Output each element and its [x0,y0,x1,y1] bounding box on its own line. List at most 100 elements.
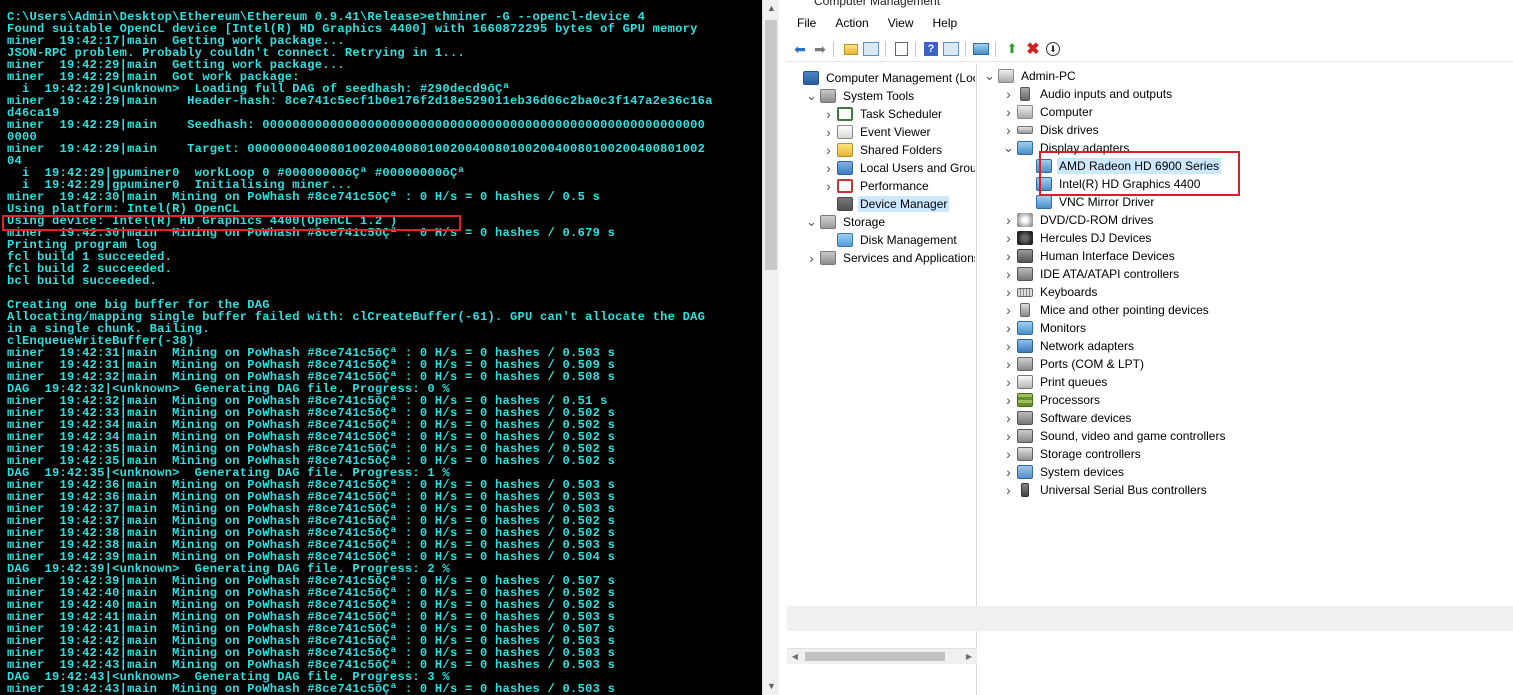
tree-item[interactable]: Computer Management (Local [789,69,975,87]
tree-item[interactable]: › Print queues [1003,373,1109,391]
tree-item[interactable]: › Audio inputs and outputs [1003,85,1174,103]
terminal-line: miner 19:42:29|main Header-hash: 8ce741c… [7,94,713,108]
tree-item[interactable]: › Performance [823,177,931,195]
back-arrow-icon[interactable]: ⬅ [791,40,809,58]
tree-item[interactable]: › Software devices [1003,409,1133,427]
expand-chevron-icon[interactable]: › [1003,446,1014,462]
terminal-scrollbar[interactable]: ▲ ▼ [762,0,779,695]
show-hide-tree-icon[interactable] [862,40,880,58]
update-driver-icon[interactable]: ⬆ [1003,40,1021,58]
tree-item[interactable]: › Ports (COM & LPT) [1003,355,1146,373]
scan-hardware-icon[interactable]: ⬇ [1044,40,1062,58]
hercules-icon [1017,231,1033,245]
monitor-icon[interactable] [972,40,990,58]
scroll-right-icon[interactable]: ▶ [961,649,977,665]
collapse-chevron-icon[interactable]: ⌄ [806,215,817,228]
tree-item[interactable]: › System devices [1003,463,1126,481]
tree-item[interactable]: Device Manager [823,195,950,213]
menu-help[interactable]: Help [923,14,967,34]
scroll-up-icon[interactable]: ▲ [763,0,780,17]
tree-item[interactable]: › Services and Applications [806,249,975,267]
expand-chevron-icon[interactable]: › [1003,122,1014,138]
scroll-down-icon[interactable]: ▼ [763,678,780,695]
show-hide-action-pane-icon[interactable] [942,40,960,58]
tree-item[interactable]: › Processors [1003,391,1102,409]
help-icon[interactable]: ? [922,40,940,58]
expand-chevron-icon[interactable]: › [1003,464,1014,480]
terminal-window[interactable]: C:\Users\Admin\Desktop\Ethereum\Ethereum… [0,0,762,695]
expand-chevron-icon[interactable]: › [1003,356,1014,372]
terminal-line: miner 19:42:29|main Target: 000000004008… [7,142,706,156]
tree-item[interactable]: › Network adapters [1003,337,1136,355]
tree-item[interactable]: › Local Users and Groups [823,159,975,177]
expand-chevron-icon[interactable]: › [1003,86,1014,102]
tree-item-label: Mice and other pointing devices [1040,303,1209,317]
properties-icon[interactable] [892,40,910,58]
collapse-chevron-icon[interactable]: ⌄ [1003,141,1014,154]
expand-chevron-icon[interactable]: › [806,250,817,266]
tree-item[interactable]: › Storage controllers [1003,445,1143,463]
tree-item[interactable]: › Disk drives [1003,121,1101,139]
services-icon [820,251,836,265]
expand-chevron-icon[interactable]: › [1003,428,1014,444]
expand-chevron-icon[interactable]: › [1003,482,1014,498]
scroll-thumb[interactable] [805,652,945,661]
tree-item[interactable]: › Hercules DJ Devices [1003,229,1153,247]
collapse-chevron-icon[interactable]: ⌄ [984,69,995,82]
port-icon [1017,357,1033,371]
expand-chevron-icon[interactable]: › [1003,284,1014,300]
disk-management-icon [837,233,853,247]
expand-chevron-icon[interactable]: › [1003,248,1014,264]
expand-chevron-icon[interactable]: › [823,142,834,158]
expand-chevron-icon[interactable]: › [1003,374,1014,390]
expand-chevron-icon[interactable]: › [1003,410,1014,426]
expand-chevron-icon[interactable]: › [1003,212,1014,228]
tree-item-label: Monitors [1040,321,1087,335]
expand-chevron-icon[interactable]: › [1003,392,1014,408]
expand-chevron-icon[interactable]: › [1003,104,1014,120]
collapse-chevron-icon[interactable]: ⌄ [806,89,817,102]
tree-horizontal-scrollbar[interactable]: ◀ ▶ [787,648,977,664]
expand-chevron-icon[interactable]: › [1003,302,1014,318]
tree-item[interactable]: › Sound, video and game controllers [1003,427,1227,445]
tree-item[interactable]: › Shared Folders [823,141,944,159]
expand-chevron-icon[interactable]: › [1003,320,1014,336]
scroll-left-icon[interactable]: ◀ [787,649,803,665]
tree-item[interactable]: › Monitors [1003,319,1088,337]
tree-item-label: Ports (COM & LPT) [1040,357,1145,371]
tree-item[interactable]: ⌄ System Tools [806,87,916,105]
tree-item-label: Human Interface Devices [1040,249,1175,263]
tree-item-label: Audio inputs and outputs [1040,87,1173,101]
tree-item[interactable]: › IDE ATA/ATAPI controllers [1003,265,1181,283]
tree-item[interactable]: › Keyboards [1003,283,1099,301]
tree-item-label: Disk Management [860,233,957,247]
tree-item[interactable]: › Human Interface Devices [1003,247,1177,265]
toolbar-separator [965,42,966,57]
expand-chevron-icon[interactable]: › [823,160,834,176]
menu-view[interactable]: View [878,14,923,34]
forward-arrow-icon[interactable]: ➡ [811,40,829,58]
menu-action[interactable]: Action [825,14,877,34]
tree-item[interactable]: ⌄ Admin-PC [984,67,1078,85]
tree-item-label: Computer Management (Local [826,71,975,85]
tree-item[interactable]: Disk Management [823,231,959,249]
expand-chevron-icon[interactable]: › [823,124,834,140]
expand-chevron-icon[interactable]: › [1003,338,1014,354]
menu-file[interactable]: File [787,14,825,34]
tree-item[interactable]: › Event Viewer [823,123,932,141]
expand-chevron-icon[interactable]: › [823,106,834,122]
up-folder-icon[interactable] [842,40,860,58]
expand-chevron-icon[interactable]: › [823,178,834,194]
performance-icon [837,179,853,193]
tree-item[interactable]: › Mice and other pointing devices [1003,301,1211,319]
tree-item[interactable]: › Universal Serial Bus controllers [1003,481,1209,499]
uninstall-icon[interactable]: ✖ [1024,40,1042,58]
tree-item[interactable]: › Computer [1003,103,1095,121]
processor-icon [1017,393,1033,407]
scroll-thumb[interactable] [765,20,777,270]
tree-item[interactable]: ⌄ Storage [806,213,887,231]
tree-item[interactable]: › DVD/CD-ROM drives [1003,211,1155,229]
expand-chevron-icon[interactable]: › [1003,266,1014,282]
expand-chevron-icon[interactable]: › [1003,230,1014,246]
tree-item[interactable]: › Task Scheduler [823,105,944,123]
